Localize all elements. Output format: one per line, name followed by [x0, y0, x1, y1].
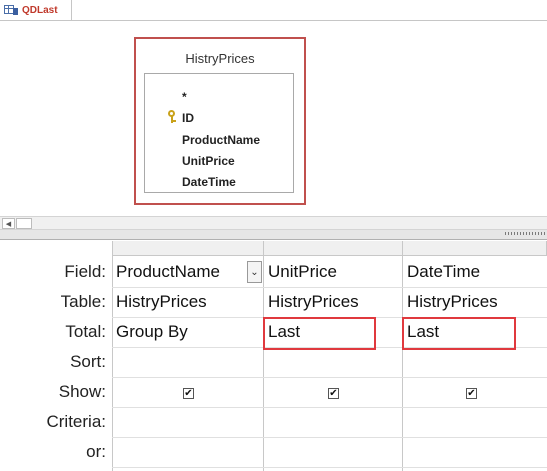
pane-splitter[interactable] [0, 230, 547, 240]
field-cell-3[interactable]: DateTime [407, 262, 480, 282]
field-dropdown-button[interactable]: ⌄ [247, 261, 262, 283]
grid-line [112, 287, 547, 288]
row-label-field: Field: [64, 262, 106, 281]
row-label-criteria: Criteria: [46, 412, 106, 431]
grid-line [112, 437, 547, 438]
query-design-icon [4, 4, 18, 16]
show-checkbox-1[interactable]: ✔ [183, 388, 194, 399]
highlight-box-unitprice-total [263, 317, 376, 350]
scroll-thumb[interactable] [16, 218, 32, 229]
show-checkbox-3[interactable]: ✔ [466, 388, 477, 399]
grid-line [112, 377, 547, 378]
row-label-table: Table: [60, 292, 106, 311]
table-title: HistryPrices [185, 51, 255, 66]
grid-line [112, 467, 547, 468]
grid-line [112, 407, 547, 408]
horizontal-scrollbar[interactable]: ◀ [0, 216, 547, 230]
primary-key-icon [167, 110, 177, 123]
tab-label: QDLast [22, 4, 58, 16]
column-selector-1[interactable] [112, 241, 264, 256]
table-cell-3[interactable]: HistryPrices [407, 292, 498, 312]
show-checkbox-2[interactable]: ✔ [328, 388, 339, 399]
field-id[interactable]: ID [182, 111, 194, 125]
row-label-sort: Sort: [70, 352, 106, 371]
document-tab-bar: QDLast [0, 0, 547, 21]
column-selector-2[interactable] [264, 241, 403, 256]
scroll-left-icon[interactable]: ◀ [2, 218, 15, 229]
column-selector-3[interactable] [403, 241, 547, 256]
field-productname[interactable]: ProductName [182, 133, 260, 147]
table-field-list-window[interactable]: HistryPrices * ID ProductName UnitPrice … [134, 37, 306, 205]
highlight-box-datetime-total [402, 317, 516, 350]
field-unitprice[interactable]: UnitPrice [182, 154, 235, 168]
chevron-down-icon: ⌄ [250, 266, 259, 278]
row-label-or: or: [86, 442, 106, 461]
field-list: * ID ProductName UnitPrice DateTime [144, 73, 294, 193]
field-cell-2[interactable]: UnitPrice [268, 262, 337, 282]
splitter-grip[interactable] [505, 232, 545, 235]
table-design-pane: HistryPrices * ID ProductName UnitPrice … [0, 21, 547, 214]
row-label-total: Total: [65, 322, 106, 341]
table-cell-1[interactable]: HistryPrices [116, 292, 207, 312]
query-design-grid: Field: Table: Total: Sort: Show: Criteri… [0, 241, 547, 471]
field-datetime[interactable]: DateTime [182, 175, 236, 189]
field-cell-1[interactable]: ProductName [116, 262, 220, 282]
tab-qdlast[interactable]: QDLast [0, 0, 72, 20]
field-all[interactable]: * [182, 90, 187, 104]
total-cell-1[interactable]: Group By [116, 322, 188, 342]
table-cell-2[interactable]: HistryPrices [268, 292, 359, 312]
row-label-show: Show: [58, 382, 106, 401]
